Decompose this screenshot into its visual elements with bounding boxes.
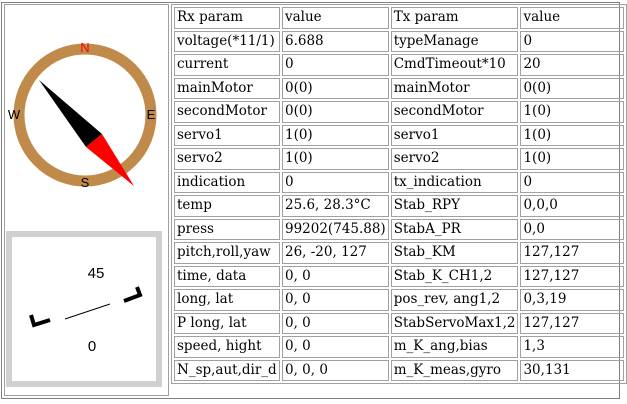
tx-param-cell: CmdTimeout*10	[390, 54, 519, 76]
rx-param-cell: long, lat	[174, 289, 280, 311]
tx-param-cell: m_K_ang,bias	[390, 336, 519, 358]
tx-param-cell: secondMotor	[390, 101, 519, 123]
rx-value-cell: 1(0)	[281, 148, 389, 170]
rx-value-cell: 0, 0	[281, 289, 389, 311]
header-tx-param: Tx param	[390, 7, 519, 29]
compass-north-label: N	[80, 40, 89, 55]
header-rx-param: Rx param	[174, 7, 280, 29]
tx-value-cell: 0(0)	[520, 77, 624, 99]
rx-param-cell: secondMotor	[174, 101, 280, 123]
rx-param-cell: speed, hight	[174, 336, 280, 358]
rx-value-cell: 99202(745.88)	[281, 218, 389, 240]
telemetry-table: Rx param value Tx param value voltage(*1…	[171, 4, 627, 384]
tx-value-cell: 30,131	[520, 359, 624, 381]
tx-param-cell: Stab_RPY	[390, 195, 519, 217]
rx-value-cell: 0(0)	[281, 101, 389, 123]
tx-param-cell: mainMotor	[390, 77, 519, 99]
rx-value-cell: 0(0)	[281, 77, 389, 99]
table-row: secondMotor 0(0) secondMotor 1(0)	[174, 101, 624, 123]
table-row: long, lat 0, 0 pos_rev, ang1,2 0,3,19	[174, 289, 624, 311]
tx-param-cell: Stab_KM	[390, 242, 519, 264]
rx-value-cell: 0	[281, 54, 389, 76]
rx-param-cell: N_sp,aut,dir_d	[174, 359, 280, 381]
rx-param-cell: pitch,roll,yaw	[174, 242, 280, 264]
table-row: servo2 1(0) servo2 1(0)	[174, 148, 624, 170]
compass-east-label: E	[147, 107, 156, 122]
tx-value-cell: 0,0	[520, 218, 624, 240]
tx-param-cell: tx_indication	[390, 171, 519, 193]
tx-value-cell: 0	[520, 30, 624, 52]
rx-param-cell: press	[174, 218, 280, 240]
rx-value-cell: 1(0)	[281, 124, 389, 146]
attitude-indicator: 45 0	[6, 231, 162, 387]
rx-param-cell: mainMotor	[174, 77, 280, 99]
tx-value-cell: 127,127	[520, 265, 624, 287]
instruments-panel: N S E W 45 0	[4, 4, 169, 396]
rx-param-cell: P long, lat	[174, 312, 280, 334]
rx-value-cell: 0, 0	[281, 312, 389, 334]
rx-param-cell: indication	[174, 171, 280, 193]
rx-param-cell: current	[174, 54, 280, 76]
rx-param-cell: servo1	[174, 124, 280, 146]
tx-param-cell: m_K_meas,gyro	[390, 359, 519, 381]
tx-value-cell: 0	[520, 171, 624, 193]
table-row: indication 0 tx_indication 0	[174, 171, 624, 193]
tx-value-cell: 127,127	[520, 242, 624, 264]
tx-value-cell: 127,127	[520, 312, 624, 334]
table-row: mainMotor 0(0) mainMotor 0(0)	[174, 77, 624, 99]
table-row: current 0 CmdTimeout*10 20	[174, 54, 624, 76]
zero-label: 0	[88, 338, 96, 355]
rx-param-cell: voltage(*11/1)	[174, 30, 280, 52]
rx-param-cell: servo2	[174, 148, 280, 170]
tx-param-cell: pos_rev, ang1,2	[390, 289, 519, 311]
tx-value-cell: 0,3,19	[520, 289, 624, 311]
pitch-value-label: 45	[88, 265, 105, 282]
table-row: pitch,roll,yaw 26, -20, 127 Stab_KM 127,127	[174, 242, 624, 264]
tx-value-cell: 20	[520, 54, 624, 76]
rx-value-cell: 6.688	[281, 30, 389, 52]
tx-param-cell: servo1	[390, 124, 519, 146]
compass-widget: N S E W	[8, 40, 157, 190]
tx-value-cell: 1(0)	[520, 101, 624, 123]
table-row: P long, lat 0, 0 StabServoMax1,2 127,127	[174, 312, 624, 334]
rx-param-cell: temp	[174, 195, 280, 217]
table-row: time, data 0, 0 Stab_K_CH1,2 127,127	[174, 265, 624, 287]
compass-needle-north	[39, 80, 102, 147]
tx-value-cell: 1(0)	[520, 148, 624, 170]
header-tx-value: value	[520, 7, 624, 29]
rx-param-cell: time, data	[174, 265, 280, 287]
table-header-row: Rx param value Tx param value	[174, 7, 624, 29]
compass-south-label: S	[81, 175, 90, 190]
tx-param-cell: servo2	[390, 148, 519, 170]
table-row: press 99202(745.88) StabA_PR 0,0	[174, 218, 624, 240]
tx-value-cell: 1,3	[520, 336, 624, 358]
table-row: speed, hight 0, 0 m_K_ang,bias 1,3	[174, 336, 624, 358]
table-row: N_sp,aut,dir_d 0, 0, 0 m_K_meas,gyro 30,131	[174, 359, 624, 381]
table-row: servo1 1(0) servo1 1(0)	[174, 124, 624, 146]
rx-value-cell: 25.6, 28.3°C	[281, 195, 389, 217]
rx-value-cell: 26, -20, 127	[281, 242, 389, 264]
table-row: voltage(*11/1) 6.688 typeManage 0	[174, 30, 624, 52]
header-rx-value: value	[281, 7, 389, 29]
attitude-face	[12, 237, 156, 381]
tx-value-cell: 0,0,0	[520, 195, 624, 217]
rx-value-cell: 0, 0	[281, 265, 389, 287]
tx-param-cell: StabServoMax1,2	[390, 312, 519, 334]
tx-value-cell: 1(0)	[520, 124, 624, 146]
rx-value-cell: 0, 0, 0	[281, 359, 389, 381]
compass-ring	[13, 43, 157, 187]
rx-value-cell: 0, 0	[281, 336, 389, 358]
tx-param-cell: Stab_K_CH1,2	[390, 265, 519, 287]
tx-param-cell: typeManage	[390, 30, 519, 52]
tx-param-cell: StabA_PR	[390, 218, 519, 240]
rx-value-cell: 0	[281, 171, 389, 193]
table-row: temp 25.6, 28.3°C Stab_RPY 0,0,0	[174, 195, 624, 217]
compass-west-label: W	[8, 107, 21, 122]
